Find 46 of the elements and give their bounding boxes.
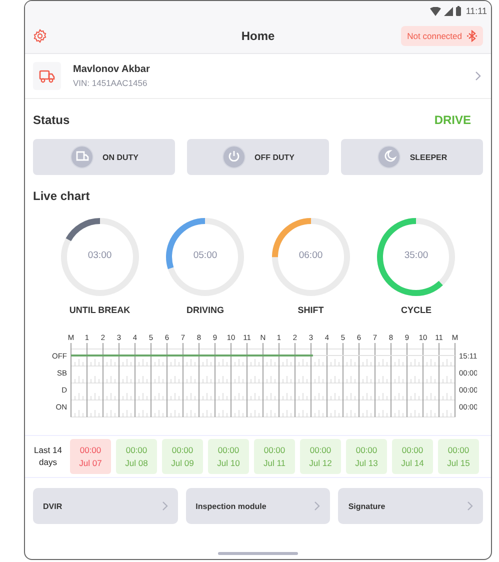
- day-cell[interactable]: 00:00 Jul 09: [162, 439, 203, 474]
- chevron-icon: [314, 501, 320, 511]
- status-button[interactable]: OFF DUTY: [187, 139, 329, 175]
- day-cell[interactable]: 00:00 Jul 08: [116, 439, 157, 474]
- truck-icon: [33, 62, 61, 90]
- gauge-value: 03:00: [86, 250, 113, 261]
- day-cell[interactable]: 00:00 Jul 15: [438, 439, 479, 474]
- gauge-label: UNTIL BREAK: [69, 305, 130, 315]
- driver-name: Mavlonov Akbar: [73, 64, 151, 75]
- power-icon: [222, 145, 246, 169]
- day-cell[interactable]: 00:00 Jul 13: [346, 439, 387, 474]
- driver-card[interactable]: Mavlonov Akbar VIN: 1451AAC1456: [25, 54, 491, 99]
- bluetooth-icon: [467, 30, 477, 42]
- gauge-value: 06:00: [298, 250, 324, 261]
- chevron-icon: [475, 71, 481, 81]
- connection-status[interactable]: Not connected: [401, 26, 483, 46]
- truck-icon: [70, 145, 94, 169]
- wifi-icon: [430, 6, 441, 16]
- clock-time: 11:11: [466, 6, 487, 16]
- chevron-icon: [467, 501, 474, 511]
- section-title: Status: [33, 113, 70, 127]
- current-status: DRIVE: [434, 113, 471, 127]
- day-cell[interactable]: 00:00 Jul 07: [70, 439, 111, 474]
- status-button[interactable]: SLEEPER: [341, 139, 483, 175]
- battery-icon: [456, 6, 461, 16]
- nav-button[interactable]: Inspection module: [186, 488, 330, 524]
- status-button[interactable]: ON DUTY: [33, 139, 175, 175]
- day-cell[interactable]: 00:00 Jul 12: [300, 439, 341, 474]
- gauge-value: 35:00: [403, 250, 430, 261]
- vin-number: VIN: 1451AAC1456: [73, 78, 148, 88]
- gauge-label: SHIFT: [298, 305, 324, 315]
- gauge-value: 05:00: [192, 250, 218, 261]
- moon-icon: [376, 145, 401, 169]
- chevron-icon: [162, 501, 168, 511]
- nav-button[interactable]: DVIR: [33, 488, 178, 524]
- history-label: Last 14 days: [33, 444, 63, 468]
- day-cell[interactable]: 00:00 Jul 10: [208, 439, 249, 474]
- day-cell[interactable]: 00:00 Jul 14: [392, 439, 433, 474]
- gauge-label: CYCLE: [400, 305, 432, 315]
- settings-icon[interactable]: [33, 29, 47, 43]
- screen-title: Home: [240, 29, 276, 43]
- section-title: Live chart: [33, 189, 90, 203]
- signal-icon: [444, 6, 453, 16]
- gauge-label: DRIVING: [186, 305, 224, 315]
- day-cell[interactable]: 00:00 Jul 11: [254, 439, 295, 474]
- nav-button[interactable]: Signature: [338, 488, 484, 524]
